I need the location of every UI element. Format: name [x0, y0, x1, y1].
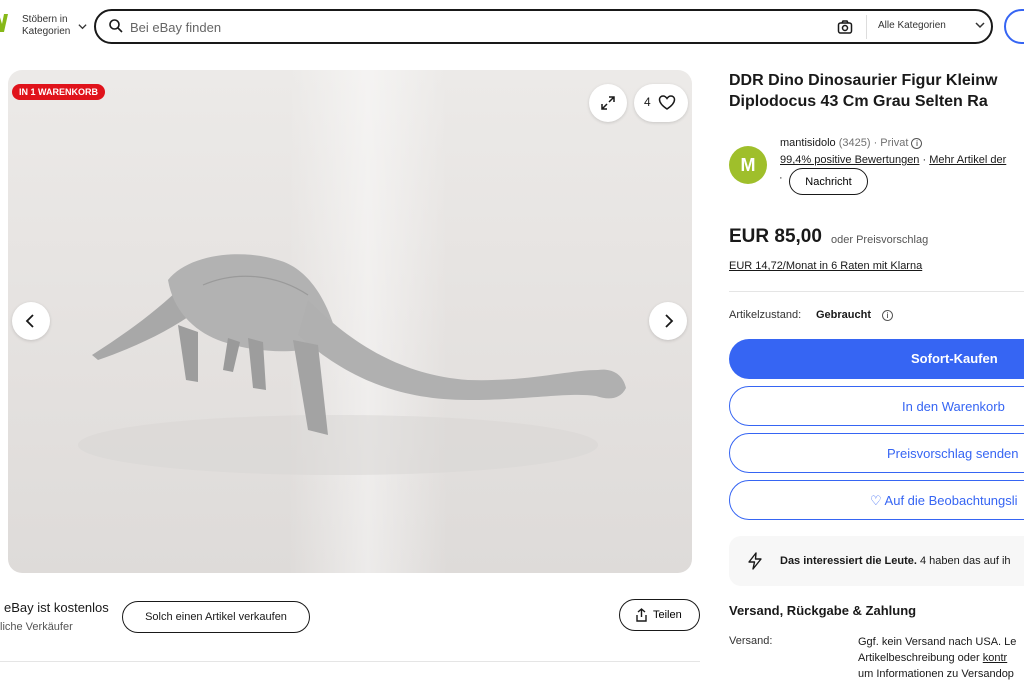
- seller-type-text: liche Verkäufer: [0, 621, 73, 633]
- seller-avatar[interactable]: M: [729, 146, 767, 184]
- chevron-down-icon[interactable]: [974, 19, 986, 31]
- sell-similar-button[interactable]: Solch einen Artikel verkaufen: [122, 601, 310, 633]
- search-separator: [866, 15, 867, 39]
- search-input[interactable]: [130, 17, 810, 37]
- site-header: Stöbern in Kategorien Alle Kategorien: [0, 0, 1024, 56]
- expand-image-button[interactable]: [589, 84, 627, 122]
- shipping-line-2a: Artikelbeschreibung oder: [858, 652, 983, 664]
- expand-icon: [601, 96, 615, 110]
- divider: [729, 291, 1024, 292]
- search-icon: [109, 19, 123, 33]
- seller-info: mantisidolo (3425) · Privat i: [780, 137, 923, 149]
- message-seller-button[interactable]: Nachricht: [789, 168, 868, 195]
- contact-seller-link[interactable]: kontr: [983, 652, 1007, 664]
- info-icon[interactable]: i: [882, 310, 893, 321]
- interest-banner: Das interessiert die Leute. 4 haben das …: [729, 536, 1024, 586]
- shipping-line-2: Artikelbeschreibung oder kontr: [858, 650, 1024, 666]
- shipping-line-3: um Informationen zu Versandop: [858, 668, 1014, 680]
- product-image-gallery[interactable]: IN 1 WARENKORB 4: [8, 70, 692, 573]
- add-to-cart-label: In den Warenkorb: [902, 399, 1005, 414]
- heart-icon: [658, 95, 676, 110]
- watchlist-label: ♡ Auf die Beobachtungsli: [870, 493, 1018, 508]
- browse-categories-button[interactable]: Stöbern in Kategorien: [22, 14, 70, 38]
- share-button[interactable]: Teilen: [619, 599, 700, 631]
- chevron-right-icon: [665, 314, 674, 328]
- item-title-line-1: DDR Dino Dinosaurier Figur Kleinw: [729, 72, 998, 89]
- shipping-text: Ggf. kein Versand nach USA. Le Artikelbe…: [858, 634, 1024, 682]
- interest-rest: 4 haben das auf ih: [916, 555, 1011, 567]
- share-label: Teilen: [653, 609, 682, 621]
- item-price: EUR 85,00: [729, 226, 822, 247]
- seller-type: · Privat: [873, 137, 909, 149]
- ebay-logo-icon[interactable]: [0, 8, 8, 38]
- condition-label: Artikelzustand:: [729, 309, 802, 321]
- item-title: DDR Dino Dinosaurier Figur Kleinw Diplod…: [729, 70, 1024, 112]
- condition-value: Gebraucht: [816, 309, 872, 321]
- chevron-left-icon: [25, 314, 34, 328]
- seller-feedback-count[interactable]: (3425): [839, 137, 871, 149]
- make-offer-button[interactable]: Preisvorschlag senden: [729, 433, 1024, 473]
- seller-feedback-row: 99,4% positive Bewertungen · Mehr Artike…: [780, 154, 1006, 166]
- price-offer-text: oder Preisvorschlag: [831, 234, 929, 246]
- lightning-icon: [748, 552, 762, 570]
- interest-bold: Das interessiert die Leute.: [780, 555, 917, 567]
- buy-now-button[interactable]: Sofort-Kaufen: [729, 339, 1024, 379]
- klarna-installments-link[interactable]: EUR 14,72/Monat in 6 Raten mit Klarna: [729, 260, 922, 272]
- category-select[interactable]: Alle Kategorien: [878, 20, 946, 31]
- camera-icon[interactable]: [837, 19, 853, 35]
- next-image-button[interactable]: [649, 302, 687, 340]
- divider: [0, 661, 700, 662]
- in-cart-badge: IN 1 WARENKORB: [12, 84, 106, 100]
- search-bar: Alle Kategorien: [94, 9, 993, 44]
- seller-name[interactable]: mantisidolo: [780, 137, 836, 149]
- browse-label-1: Stöbern in: [22, 14, 68, 25]
- more-items-link[interactable]: Mehr Artikel der: [929, 154, 1006, 166]
- buy-now-label: Sofort-Kaufen: [911, 351, 998, 366]
- shipping-line-1: Ggf. kein Versand nach USA. Le: [858, 636, 1017, 648]
- previous-image-button[interactable]: [12, 302, 50, 340]
- add-to-watchlist-button[interactable]: ♡ Auf die Beobachtungsli: [729, 480, 1024, 520]
- watch-button[interactable]: 4: [634, 84, 688, 122]
- item-title-line-2: Diplodocus 43 Cm Grau Selten Ra: [729, 93, 988, 110]
- shipping-label: Versand:: [729, 635, 773, 647]
- positive-feedback-link[interactable]: 99,4% positive Bewertungen: [780, 154, 919, 166]
- search-button[interactable]: [1004, 9, 1024, 44]
- separator-dot: ·: [779, 172, 783, 184]
- watch-count: 4: [644, 95, 651, 109]
- shipping-heading: Versand, Rückgabe & Zahlung: [729, 603, 917, 618]
- info-icon[interactable]: i: [911, 137, 923, 149]
- share-icon: [636, 608, 647, 622]
- interest-text: Das interessiert die Leute. 4 haben das …: [780, 555, 1011, 567]
- make-offer-label: Preisvorschlag senden: [887, 446, 1019, 461]
- product-image-dinosaur: [78, 254, 626, 475]
- browse-label-2: Kategorien: [22, 26, 71, 37]
- chevron-down-icon[interactable]: [78, 22, 87, 31]
- add-to-cart-button[interactable]: In den Warenkorb: [729, 386, 1024, 426]
- free-selling-text: eBay ist kostenlos: [4, 600, 109, 615]
